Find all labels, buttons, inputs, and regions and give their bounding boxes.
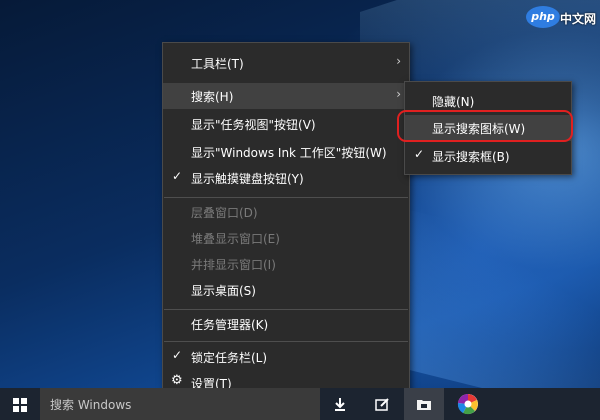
menu-separator bbox=[164, 341, 408, 342]
site-watermark: php 中文网 bbox=[526, 6, 596, 30]
taskbar-app-button[interactable] bbox=[362, 388, 402, 420]
chevron-right-icon: › bbox=[396, 54, 401, 68]
menu-item-show-desktop[interactable]: 显示桌面(S) bbox=[163, 277, 409, 303]
checkmark-icon: ✓ bbox=[414, 147, 425, 161]
menu-separator bbox=[164, 309, 408, 310]
color-app-icon bbox=[457, 393, 478, 415]
menu-item-search[interactable]: 搜索(H) › bbox=[163, 83, 409, 109]
chevron-right-icon: › bbox=[396, 87, 401, 101]
menu-separator bbox=[164, 197, 408, 198]
search-placeholder: 搜索 Windows bbox=[50, 398, 132, 412]
menu-item-label: 锁定任务栏(L) bbox=[191, 351, 268, 365]
menu-item-lock-taskbar[interactable]: ✓ 锁定任务栏(L) bbox=[163, 344, 409, 370]
menu-item-label: 显示触摸键盘按钮(Y) bbox=[191, 172, 304, 186]
file-explorer-icon bbox=[417, 400, 431, 410]
menu-item-show-task-view-button[interactable]: 显示"任务视图"按钮(V) bbox=[163, 111, 409, 137]
menu-item-stack-windows: 堆叠显示窗口(E) bbox=[163, 225, 409, 251]
edit-app-icon bbox=[375, 398, 389, 411]
gear-icon: ⚙ bbox=[171, 373, 183, 388]
menu-item-cascade-windows: 层叠窗口(D) bbox=[163, 199, 409, 225]
menu-item-label: 显示桌面(S) bbox=[191, 284, 256, 298]
checkmark-icon: ✓ bbox=[172, 348, 183, 362]
download-app-icon bbox=[335, 398, 345, 411]
menu-item-label: 显示"Windows Ink 工作区"按钮(W) bbox=[191, 146, 387, 160]
menu-item-label: 层叠窗口(D) bbox=[191, 206, 258, 220]
taskbar-app-button[interactable] bbox=[448, 388, 488, 420]
menu-item-label: 并排显示窗口(I) bbox=[191, 258, 276, 272]
taskbar-app-button[interactable] bbox=[320, 388, 360, 420]
menu-item-label: 隐藏(N) bbox=[432, 95, 475, 109]
windows-logo-icon bbox=[13, 398, 27, 412]
menu-item-label: 工具栏(T) bbox=[191, 57, 244, 71]
php-logo: php bbox=[526, 6, 560, 28]
menu-item-task-manager[interactable]: 任务管理器(K) bbox=[163, 311, 409, 337]
menu-item-show-touch-keyboard-button[interactable]: ✓ 显示触摸键盘按钮(Y) bbox=[163, 165, 409, 191]
menu-item-label: 搜索(H) bbox=[191, 90, 234, 104]
taskbar-search-box[interactable]: 搜索 Windows bbox=[40, 388, 320, 420]
menu-item-label: 堆叠显示窗口(E) bbox=[191, 232, 280, 246]
checkmark-icon: ✓ bbox=[172, 169, 183, 183]
menu-item-label: 显示"任务视图"按钮(V) bbox=[191, 118, 316, 132]
menu-item-toolbars[interactable]: 工具栏(T) › bbox=[163, 50, 409, 76]
start-button[interactable] bbox=[0, 388, 40, 420]
annotation-highlight-ring bbox=[397, 110, 573, 142]
taskbar-context-menu: 工具栏(T) › 搜索(H) › 显示"任务视图"按钮(V) 显示"Window… bbox=[162, 42, 410, 400]
watermark-site-text: 中文网 bbox=[560, 12, 597, 26]
submenu-item-show-search-box[interactable]: ✓ 显示搜索框(B) bbox=[405, 143, 571, 169]
taskbar: 搜索 Windows bbox=[0, 388, 600, 420]
menu-item-label: 任务管理器(K) bbox=[191, 318, 269, 332]
menu-item-show-windows-ink-button[interactable]: 显示"Windows Ink 工作区"按钮(W) bbox=[163, 139, 409, 165]
menu-item-side-by-side-windows: 并排显示窗口(I) bbox=[163, 251, 409, 277]
menu-item-label: 显示搜索框(B) bbox=[432, 150, 510, 164]
taskbar-app-button[interactable] bbox=[404, 388, 444, 420]
